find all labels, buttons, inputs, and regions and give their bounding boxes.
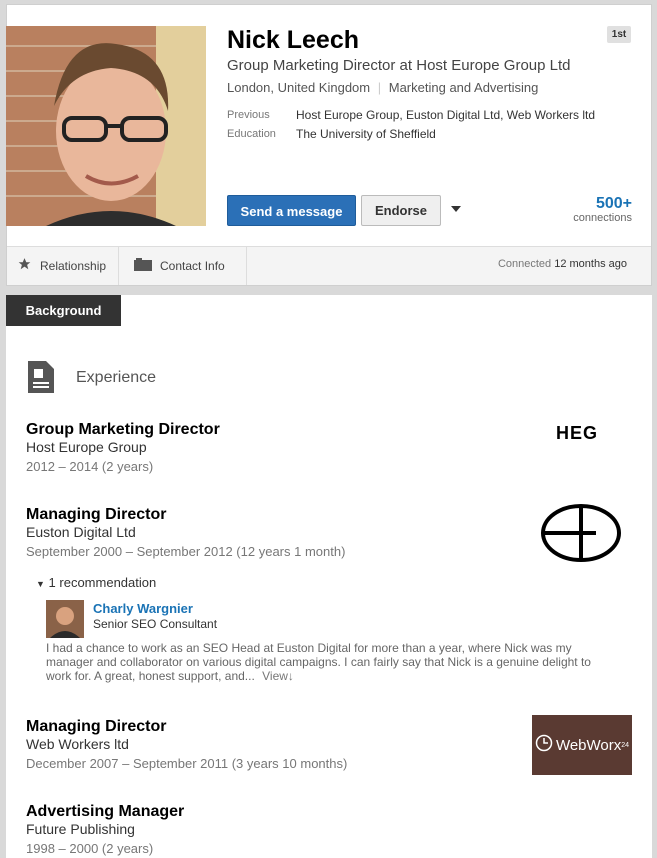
chevron-down-icon[interactable] <box>451 206 461 212</box>
send-message-button[interactable]: Send a message <box>227 195 356 226</box>
webworx-logo[interactable]: WebWorx 24 <box>532 715 632 775</box>
experience-heading: Experience <box>76 369 157 386</box>
job-dates: 2012 – 2014 (2 years) <box>26 459 154 474</box>
job-company[interactable]: Future Publishing <box>26 821 135 837</box>
connected-time: 12 months ago <box>554 258 627 270</box>
connected-prefix: Connected <box>497 258 552 270</box>
profile-location-line: London, United Kingdom | Marketing and A… <box>227 80 538 95</box>
document-icon <box>28 361 54 398</box>
job-title[interactable]: Managing Director <box>26 718 166 736</box>
profile-headline: Group Marketing Director at Host Europe … <box>227 57 571 74</box>
profile-name: Nick Leech <box>227 26 360 54</box>
previous-value[interactable]: Host Europe Group, Euston Digital Ltd, W… <box>296 108 595 122</box>
job-title[interactable]: Advertising Manager <box>26 803 184 821</box>
separator: | <box>377 80 382 95</box>
job-title[interactable]: Group Marketing Director <box>26 421 220 439</box>
profile-industry[interactable]: Marketing and Advertising <box>389 80 539 95</box>
tab-relationship-label: Relationship <box>40 258 107 273</box>
job-company[interactable]: Host Europe Group <box>26 439 147 455</box>
recommender-role: Senior SEO Consultant <box>93 617 218 631</box>
star-icon <box>17 257 32 274</box>
profile-location[interactable]: London, United Kingdom <box>227 80 370 95</box>
recommendation-text: I had a chance to work as an SEO Head at… <box>46 641 591 683</box>
previous-label: Previous <box>227 109 270 121</box>
job-dates: September 2000 – September 2012 (12 year… <box>26 544 346 559</box>
tab-relationship[interactable]: Relationship <box>7 246 119 285</box>
euston-digital-logo[interactable] <box>540 503 622 568</box>
job-dates: December 2007 – September 2011 (3 years … <box>26 756 348 771</box>
recommendation-toggle-label: 1 recommendation <box>48 575 157 590</box>
caret-down-icon: ▼ <box>36 579 45 589</box>
job-company[interactable]: Euston Digital Ltd <box>26 524 136 540</box>
recommender-name[interactable]: Charly Wargnier <box>93 601 193 616</box>
endorse-button[interactable]: Endorse <box>361 195 441 226</box>
connections-label: connections <box>573 212 632 224</box>
recommendation-toggle[interactable]: ▼ 1 recommendation <box>36 575 156 590</box>
view-more-link[interactable]: View↓ <box>262 669 294 683</box>
id-card-icon <box>134 257 152 274</box>
recommender-avatar[interactable] <box>46 600 84 638</box>
education-value[interactable]: The University of Sheffield <box>296 127 436 141</box>
connections-count: 500+ <box>595 195 632 212</box>
connected-since: Connected 12 months ago <box>470 258 627 270</box>
degree-badge: 1st <box>607 26 631 43</box>
job-company[interactable]: Web Workers ltd <box>26 736 129 752</box>
heg-logo[interactable]: HEG <box>556 423 598 444</box>
profile-photo[interactable] <box>6 26 206 226</box>
clock-icon <box>535 734 553 756</box>
job-title[interactable]: Managing Director <box>26 506 166 524</box>
background-tab[interactable]: Background <box>6 295 121 326</box>
education-label: Education <box>227 128 276 140</box>
tab-contact-info[interactable]: Contact Info <box>119 246 247 285</box>
job-dates: 1998 – 2000 (2 years) <box>26 841 154 856</box>
tab-contact-info-label: Contact Info <box>160 258 225 273</box>
